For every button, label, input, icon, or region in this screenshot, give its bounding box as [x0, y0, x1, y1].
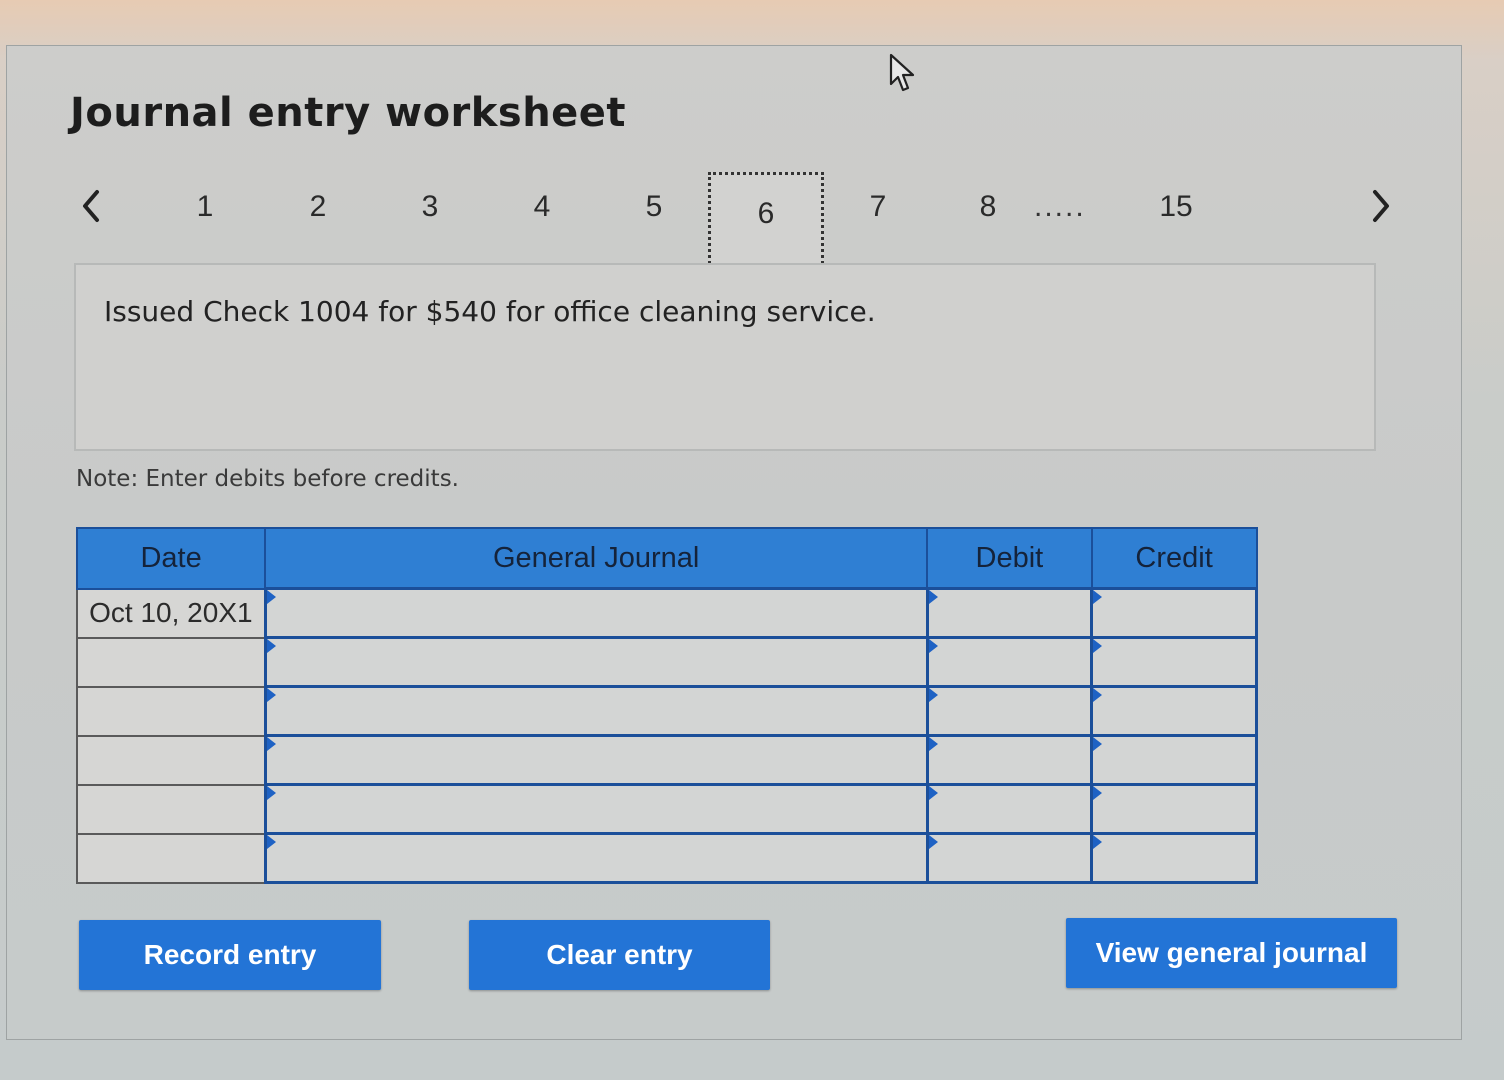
debit-input[interactable]: [925, 587, 1094, 639]
dropdown-marker-icon: [266, 688, 276, 702]
debit-input[interactable]: [925, 783, 1094, 835]
date-cell[interactable]: Oct 10, 20X1: [75, 587, 267, 639]
credit-input[interactable]: [1090, 832, 1258, 884]
page-2[interactable]: 2: [288, 190, 348, 224]
date-cell[interactable]: [75, 832, 267, 884]
debit-input[interactable]: [925, 685, 1094, 737]
table-row: [75, 734, 1258, 786]
page-8[interactable]: 8: [958, 190, 1018, 224]
header-date: Date: [75, 527, 267, 590]
table-row: [75, 685, 1258, 737]
dropdown-marker-icon: [266, 737, 276, 751]
date-cell[interactable]: [75, 636, 267, 688]
credit-input[interactable]: [1090, 734, 1258, 786]
debit-input[interactable]: [925, 636, 1094, 688]
record-entry-button[interactable]: Record entry: [79, 920, 381, 990]
input-marker-icon: [1093, 786, 1103, 800]
input-marker-icon: [1093, 639, 1103, 653]
credit-input[interactable]: [1090, 685, 1258, 737]
table-row: [75, 832, 1258, 884]
page-15[interactable]: 15: [1146, 190, 1206, 224]
debit-input[interactable]: [925, 734, 1094, 786]
input-marker-icon: [928, 639, 938, 653]
pagination-ellipsis: .....: [1034, 190, 1086, 223]
input-marker-icon: [928, 737, 938, 751]
credit-input[interactable]: [1090, 587, 1258, 639]
next-page-button[interactable]: [1366, 186, 1396, 226]
prev-page-button[interactable]: [76, 186, 106, 226]
page-title: Journal entry worksheet: [70, 90, 627, 136]
debit-input[interactable]: [925, 832, 1094, 884]
page-7[interactable]: 7: [848, 190, 908, 224]
input-marker-icon: [1093, 737, 1103, 751]
table-header-row: Date General Journal Debit Credit: [75, 527, 1258, 590]
credit-input[interactable]: [1090, 636, 1258, 688]
date-cell[interactable]: [75, 685, 267, 737]
transaction-description: Issued Check 1004 for $540 for office cl…: [104, 295, 876, 328]
input-marker-icon: [928, 835, 938, 849]
account-select[interactable]: [263, 734, 929, 786]
view-general-journal-button[interactable]: View general journal: [1066, 918, 1397, 988]
page-6-active[interactable]: 6: [708, 172, 824, 264]
input-marker-icon: [928, 590, 938, 604]
mouse-pointer-icon: [889, 53, 915, 92]
clear-entry-button[interactable]: Clear entry: [469, 920, 770, 990]
input-marker-icon: [928, 786, 938, 800]
credit-input[interactable]: [1090, 783, 1258, 835]
chevron-right-icon: [1373, 190, 1389, 222]
page-1[interactable]: 1: [175, 190, 235, 224]
header-credit: Credit: [1090, 527, 1258, 590]
dropdown-marker-icon: [266, 835, 276, 849]
input-marker-icon: [1093, 835, 1103, 849]
transaction-description-box: Issued Check 1004 for $540 for office cl…: [74, 263, 1376, 451]
page-4[interactable]: 4: [512, 190, 572, 224]
input-marker-icon: [928, 688, 938, 702]
account-select[interactable]: [263, 783, 929, 835]
account-select[interactable]: [263, 587, 929, 639]
dropdown-marker-icon: [266, 639, 276, 653]
input-marker-icon: [1093, 688, 1103, 702]
table-row: [75, 636, 1258, 688]
entry-note: Note: Enter debits before credits.: [76, 466, 459, 492]
table-row: [75, 783, 1258, 835]
input-marker-icon: [1093, 590, 1103, 604]
account-select[interactable]: [263, 685, 929, 737]
journal-entry-table: Date General Journal Debit Credit Oct 10…: [75, 527, 1258, 884]
header-debit: Debit: [926, 527, 1093, 590]
date-cell[interactable]: [75, 783, 267, 835]
dropdown-marker-icon: [266, 590, 276, 604]
date-cell[interactable]: [75, 734, 267, 786]
chevron-left-icon: [83, 190, 99, 222]
table-row: Oct 10, 20X1: [75, 587, 1258, 639]
page-3[interactable]: 3: [400, 190, 460, 224]
header-general-journal: General Journal: [264, 527, 929, 590]
page-5[interactable]: 5: [624, 190, 684, 224]
dropdown-marker-icon: [266, 786, 276, 800]
account-select[interactable]: [263, 636, 929, 688]
account-select[interactable]: [263, 832, 929, 884]
